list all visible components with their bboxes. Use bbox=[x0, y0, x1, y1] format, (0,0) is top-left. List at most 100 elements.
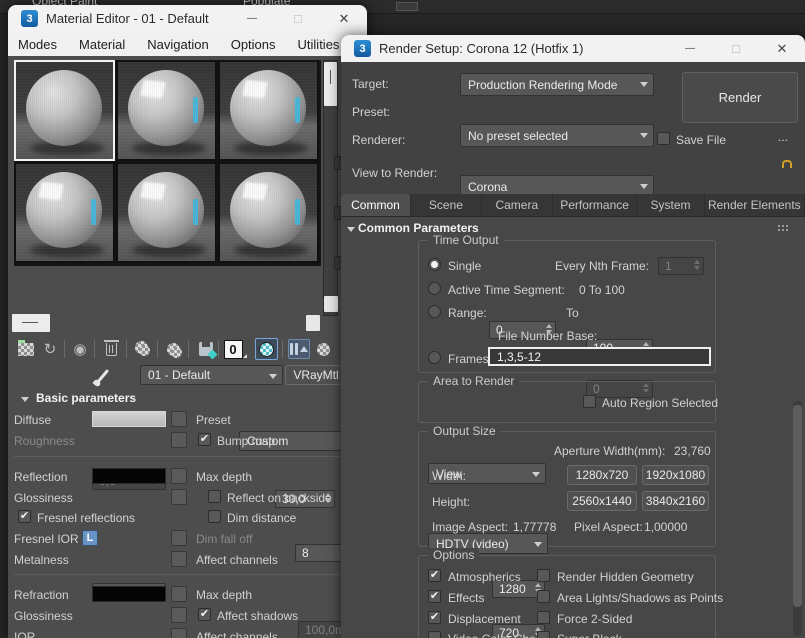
maximize-icon[interactable] bbox=[275, 5, 321, 32]
resolution-button-label: 3840x2160 bbox=[646, 494, 705, 508]
effects-checkbox[interactable] bbox=[428, 590, 441, 603]
get-material-icon[interactable] bbox=[16, 339, 36, 359]
slots-horizontal-scroll-thumb[interactable] bbox=[12, 314, 50, 332]
render-setup-titlebar[interactable]: 3 Render Setup: Corona 12 (Hotfix 1) bbox=[341, 35, 805, 62]
sample-slot-6[interactable] bbox=[218, 162, 319, 263]
assign-material-icon[interactable]: ◉ bbox=[70, 339, 90, 359]
tab-camera[interactable]: Camera bbox=[482, 194, 553, 216]
resolution-button-1280x720[interactable]: 1280x720 bbox=[567, 465, 637, 485]
menu-material[interactable]: Material bbox=[79, 37, 125, 52]
frames-input[interactable]: 1,3,5-12 bbox=[488, 347, 711, 366]
preset-dropdown[interactable]: No preset selected bbox=[460, 124, 654, 147]
tab-common[interactable]: Common bbox=[341, 194, 411, 216]
atmospherics-checkbox[interactable] bbox=[428, 569, 441, 582]
reflection-color-swatch[interactable] bbox=[92, 468, 166, 484]
rollout-arrow-icon[interactable] bbox=[21, 397, 29, 402]
metalness-map-button[interactable] bbox=[171, 551, 187, 567]
dim-distance-checkbox[interactable] bbox=[208, 510, 221, 523]
dropdown-arrow-icon bbox=[269, 374, 277, 379]
trash-icon[interactable] bbox=[101, 339, 121, 359]
eyedropper-icon[interactable] bbox=[92, 366, 112, 386]
close-icon[interactable] bbox=[321, 5, 367, 32]
material-id-icon[interactable]: 0 bbox=[223, 339, 243, 359]
active-time-segment-radio[interactable] bbox=[428, 282, 441, 295]
material-name-dropdown[interactable]: 01 - Default bbox=[140, 365, 283, 385]
frames-radio[interactable] bbox=[428, 351, 441, 364]
refraction-map-button[interactable] bbox=[171, 586, 187, 602]
material-name-value: 01 - Default bbox=[148, 368, 210, 382]
force-2-sided-checkbox[interactable] bbox=[537, 611, 550, 624]
tab-scene[interactable]: Scene bbox=[411, 194, 482, 216]
super-black-checkbox[interactable] bbox=[537, 631, 550, 638]
basic-parameters-header[interactable]: Basic parameters bbox=[36, 391, 136, 405]
diffuse-map-button[interactable] bbox=[171, 411, 187, 427]
resolution-button-1920x1080[interactable]: 1920x1080 bbox=[642, 465, 709, 485]
put-to-library-icon[interactable] bbox=[196, 339, 216, 359]
sample-slot-3[interactable] bbox=[218, 60, 319, 161]
diffuse-color-swatch[interactable] bbox=[92, 411, 166, 427]
bump-map-checkbox[interactable] bbox=[198, 433, 211, 446]
reflect-backside-checkbox[interactable] bbox=[208, 490, 221, 503]
fresnel-reflections-checkbox[interactable] bbox=[18, 510, 31, 523]
sample-slot-2[interactable] bbox=[116, 60, 217, 161]
sample-slot-4[interactable] bbox=[14, 162, 115, 263]
material-editor-titlebar[interactable]: 3 Material Editor - 01 - Default bbox=[8, 5, 367, 32]
fresnel-ior-map-button[interactable] bbox=[171, 530, 187, 546]
displacement-checkbox[interactable] bbox=[428, 611, 441, 624]
reflection-max-depth-field[interactable]: 8 bbox=[295, 544, 347, 562]
menu-utilities[interactable]: Utilities bbox=[298, 37, 340, 52]
slots-scroll-right-button[interactable] bbox=[306, 315, 320, 331]
menu-options[interactable]: Options bbox=[231, 37, 276, 52]
sample-slot-1-selected[interactable] bbox=[14, 60, 115, 161]
ior-map-button[interactable] bbox=[171, 628, 187, 638]
save-file-checkbox[interactable] bbox=[657, 132, 670, 145]
resolution-button-3840x2160[interactable]: 3840x2160 bbox=[642, 491, 709, 511]
auto-region-checkbox[interactable] bbox=[583, 395, 596, 408]
fresnel-ior-lock-button[interactable]: L bbox=[82, 530, 98, 546]
render-hidden-geometry-checkbox[interactable] bbox=[537, 569, 550, 582]
save-file-more-button[interactable]: ... bbox=[778, 130, 788, 144]
make-copy-icon[interactable] bbox=[133, 339, 153, 359]
tab-performance[interactable]: Performance bbox=[553, 194, 638, 216]
spinner-arrows-icon[interactable] bbox=[694, 260, 700, 270]
menu-navigation[interactable]: Navigation bbox=[147, 37, 208, 52]
render-button[interactable]: Render bbox=[682, 72, 798, 123]
grip-icon[interactable] bbox=[778, 225, 780, 227]
video-color-check-checkbox[interactable] bbox=[428, 631, 441, 638]
sample-slot-5[interactable] bbox=[116, 162, 217, 263]
glossiness-map-button[interactable] bbox=[171, 489, 187, 505]
maximize-icon[interactable] bbox=[713, 35, 759, 62]
target-dropdown[interactable]: Production Rendering Mode bbox=[460, 73, 654, 96]
resolution-button-2560x1440[interactable]: 2560x1440 bbox=[567, 491, 637, 511]
sample-slot-grid bbox=[14, 60, 321, 266]
minimize-icon[interactable] bbox=[229, 5, 275, 32]
go-forward-sibling-icon[interactable] bbox=[313, 339, 333, 359]
show-end-result-icon[interactable] bbox=[287, 339, 311, 359]
material-type-button[interactable]: VRayMtl bbox=[285, 365, 347, 385]
single-radio[interactable] bbox=[428, 258, 441, 271]
reflection-map-button[interactable] bbox=[171, 468, 187, 484]
reflection-label: Reflection bbox=[14, 470, 67, 484]
area-lights-points-checkbox[interactable] bbox=[537, 590, 550, 603]
refraction-color-swatch[interactable] bbox=[92, 586, 166, 602]
put-material-to-scene-icon[interactable]: ↻ bbox=[40, 339, 60, 359]
tab-system[interactable]: System bbox=[637, 194, 704, 216]
affect-shadows-checkbox[interactable] bbox=[198, 608, 211, 621]
3dsmax-logo-icon: 3 bbox=[354, 40, 371, 57]
roughness-map-button[interactable] bbox=[171, 432, 187, 448]
slots-scroll-down-button[interactable] bbox=[324, 296, 338, 312]
refraction-glossiness-map-button[interactable] bbox=[171, 607, 187, 623]
show-shaded-in-viewport-icon[interactable] bbox=[254, 339, 278, 359]
resolution-button-label: 1280x720 bbox=[576, 468, 629, 482]
diffuse-label: Diffuse bbox=[14, 413, 51, 427]
close-icon[interactable] bbox=[759, 35, 805, 62]
tab-render-elements[interactable]: Render Elements bbox=[705, 194, 805, 216]
rollout-arrow-icon[interactable] bbox=[347, 227, 355, 232]
make-unique-icon[interactable] bbox=[163, 339, 183, 359]
slots-vertical-scroll-thumb[interactable] bbox=[324, 62, 337, 106]
render-setup-scroll-thumb[interactable] bbox=[793, 405, 802, 607]
menu-modes[interactable]: Modes bbox=[18, 37, 57, 52]
every-nth-frame-spinner[interactable]: 1 bbox=[658, 257, 704, 275]
range-radio[interactable] bbox=[428, 305, 441, 318]
minimize-icon[interactable] bbox=[667, 35, 713, 62]
